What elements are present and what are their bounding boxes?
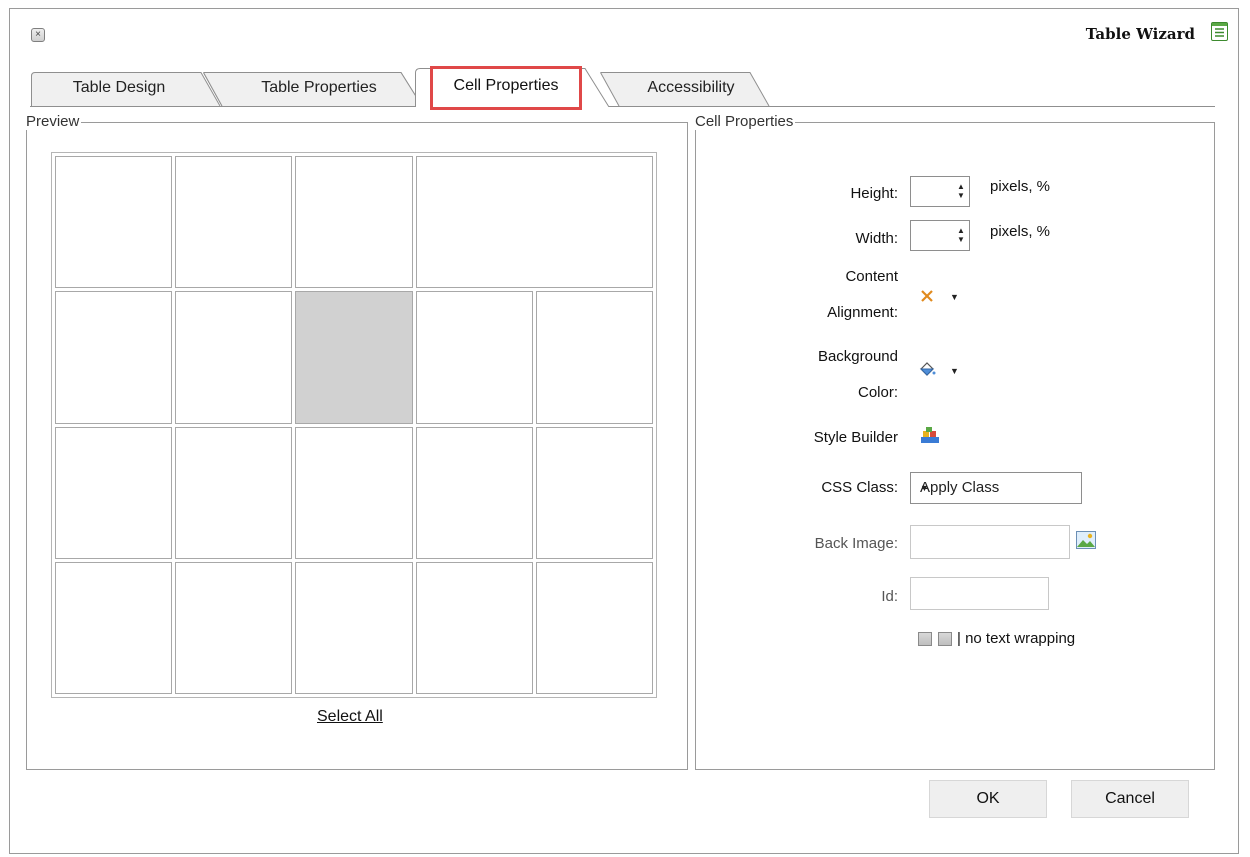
tab-label: Cell Properties [453,77,559,94]
spinner-arrows[interactable]: ▲ ▼ [957,182,965,200]
preview-cell[interactable] [295,156,413,289]
preview-cell[interactable] [295,426,413,559]
preview-cell[interactable] [55,426,173,559]
width-spinner[interactable]: ▲ ▼ [910,220,970,251]
paint-bucket-icon[interactable] [918,362,936,378]
preview-table-grid [51,152,657,698]
tab-label: Table Design [72,79,166,96]
preview-cell[interactable] [415,291,533,424]
height-unit-label: pixels, % [990,178,1051,195]
back-image-label: Back Image: [814,535,898,552]
label-line: Content [845,268,898,285]
dialog-title: Table Wizard [1085,25,1195,43]
tab-table-design[interactable]: Table Design [31,72,221,106]
id-label: Id: [881,588,898,605]
label-line: Alignment: [827,304,898,321]
preview-cell[interactable] [415,426,533,559]
id-field[interactable] [910,577,1049,610]
background-color-label: Background Color: [818,348,898,402]
tab-accessibility[interactable]: Accessibility [600,72,770,106]
tab-strip-baseline [30,106,1215,107]
back-image-field[interactable] [910,525,1070,559]
close-icon[interactable]: × [31,28,45,42]
select-all-link[interactable]: Select All [317,708,383,726]
tab-label: Table Properties [261,79,377,96]
chevron-down-icon: ▼ [920,483,929,493]
tab-table-properties[interactable]: Table Properties [203,72,423,106]
content-alignment-label: Content Alignment: [827,268,898,322]
height-spinner[interactable]: ▲ ▼ [910,176,970,207]
css-class-dropdown[interactable]: Apply Class ▼ [910,472,1082,504]
width-label: Width: [855,230,898,247]
preview-cell[interactable] [55,291,173,424]
no-wrap-checkbox[interactable] [918,632,932,646]
preview-cell[interactable] [175,426,293,559]
label-line: Color: [857,384,898,401]
ok-button[interactable]: OK [929,780,1047,818]
preview-cell[interactable] [55,561,173,694]
no-wrap-checkbox-2[interactable] [938,632,952,646]
style-builder-label: Style Builder [813,429,898,446]
preview-cell[interactable] [535,291,653,424]
chevron-down-icon[interactable]: ▼ [950,366,959,376]
chevron-down-icon[interactable]: ▼ [950,292,959,302]
preview-cell[interactable] [415,156,653,289]
preview-cell[interactable] [295,561,413,694]
label-line: Background [817,348,898,365]
preview-cell[interactable] [55,156,173,289]
style-builder-icon[interactable] [920,426,940,444]
spinner-arrows[interactable]: ▲ ▼ [957,226,965,244]
preview-cell[interactable] [535,561,653,694]
cell-properties-legend: Cell Properties [695,113,796,130]
preview-cell[interactable] [175,291,293,424]
preview-cell[interactable] [415,561,533,694]
preview-legend: Preview [26,113,82,130]
image-browse-icon[interactable] [1076,531,1096,549]
preview-cell[interactable] [175,156,293,289]
no-text-wrapping-label: | no text wrapping [957,630,1076,647]
preview-cell[interactable] [295,291,413,424]
width-unit-label: pixels, % [990,223,1051,240]
table-wizard-icon [1211,22,1228,41]
preview-cell[interactable] [535,426,653,559]
alignment-x-icon[interactable] [920,290,934,302]
css-class-label: CSS Class: [821,479,898,496]
height-label: Height: [850,185,898,202]
tab-label: Accessibility [647,79,735,96]
cancel-button[interactable]: Cancel [1071,780,1189,818]
preview-cell[interactable] [175,561,293,694]
